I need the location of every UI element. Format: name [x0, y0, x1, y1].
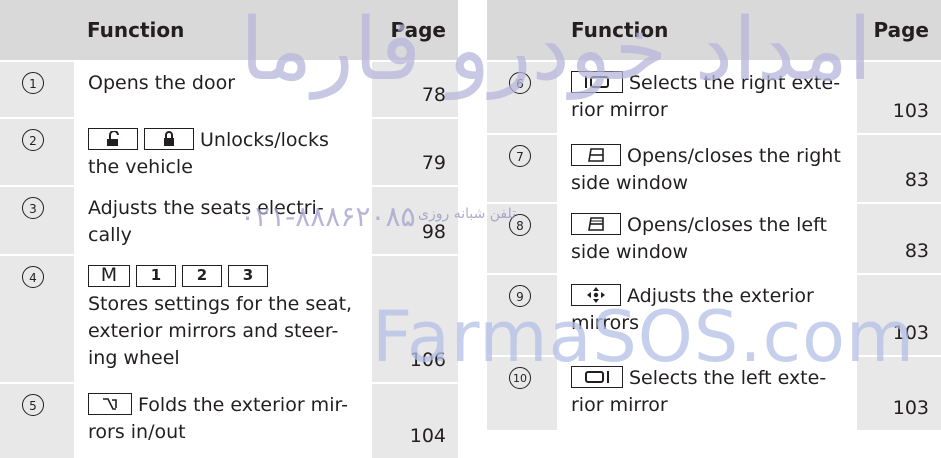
table-row: 5 Folds the exterior mir-rors in/out 104	[0, 384, 458, 458]
page-column-header: Page	[873, 18, 930, 42]
row-page-number: 103	[892, 100, 929, 122]
table-header: Function Page	[0, 0, 458, 60]
row-number: 6	[487, 62, 555, 133]
table-row: 8 Opens/closes the left side window 83	[487, 204, 941, 273]
row-number: 9	[487, 275, 555, 355]
row-number: 5	[0, 384, 72, 458]
row-page-number: 106	[409, 349, 446, 371]
row-number: 8	[487, 204, 555, 273]
row-number: 3	[0, 187, 72, 254]
left-function-table: Function Page 1 Opens the door 78 2 Unlo…	[0, 0, 458, 458]
right-window-icon	[571, 143, 621, 166]
row-page-number: 98	[421, 221, 446, 243]
table-row: 10 Selects the left exte-rior mirror 103	[487, 357, 941, 430]
function-column-header: Function	[571, 18, 669, 42]
table-row: 4 M123 Stores settings for the seat, ext…	[0, 256, 458, 382]
row-page-number: 83	[904, 240, 929, 262]
row-number: 7	[487, 135, 555, 202]
table-row: 9 Adjusts the exterior mirrors 103	[487, 275, 941, 355]
page-column-header: Page	[390, 18, 447, 42]
table-header: Function Page	[487, 0, 941, 60]
function-column-header: Function	[87, 18, 185, 42]
memory-2-button-icon: 2	[182, 264, 222, 287]
row-page-number: 79	[421, 152, 446, 174]
row-number: 10	[487, 357, 555, 430]
row-function-text: Opens the door	[88, 72, 236, 94]
row-number: 1	[0, 62, 72, 117]
unlock-icon	[88, 127, 138, 150]
mirror-adjust-icon	[571, 283, 621, 306]
left-window-icon	[571, 212, 621, 235]
row-number: 2	[0, 119, 72, 185]
table-row: 7 Opens/closes the right side window 83	[487, 135, 941, 202]
row-page-number: 83	[904, 169, 929, 191]
right-mirror-icon	[571, 70, 623, 93]
table-row: 6 Selects the right exte-rior mirror 103	[487, 62, 941, 133]
row-function-text: Stores settings for the seat, exterior m…	[88, 293, 353, 369]
row-page-number: 103	[892, 397, 929, 419]
row-number: 4	[0, 256, 72, 382]
left-mirror-icon	[571, 365, 623, 388]
table-row: 1 Opens the door 78	[0, 62, 458, 117]
mirror-fold-icon	[88, 392, 132, 415]
table-row: 3 Adjusts the seats electri-cally 98	[0, 187, 458, 254]
row-page-number: 104	[409, 425, 446, 447]
lock-icon	[144, 127, 194, 150]
memory-m-button-icon: M	[88, 264, 130, 287]
right-function-table: Function Page 6 Selects the right exte-r…	[487, 0, 941, 430]
row-function-text: Adjusts the seats electri-cally	[88, 197, 324, 246]
row-page-number: 78	[421, 84, 446, 106]
row-page-number: 103	[892, 322, 929, 344]
table-row: 2 Unlocks/locks the vehicle 79	[0, 119, 458, 185]
memory-3-button-icon: 3	[228, 264, 268, 287]
memory-1-button-icon: 1	[136, 264, 176, 287]
